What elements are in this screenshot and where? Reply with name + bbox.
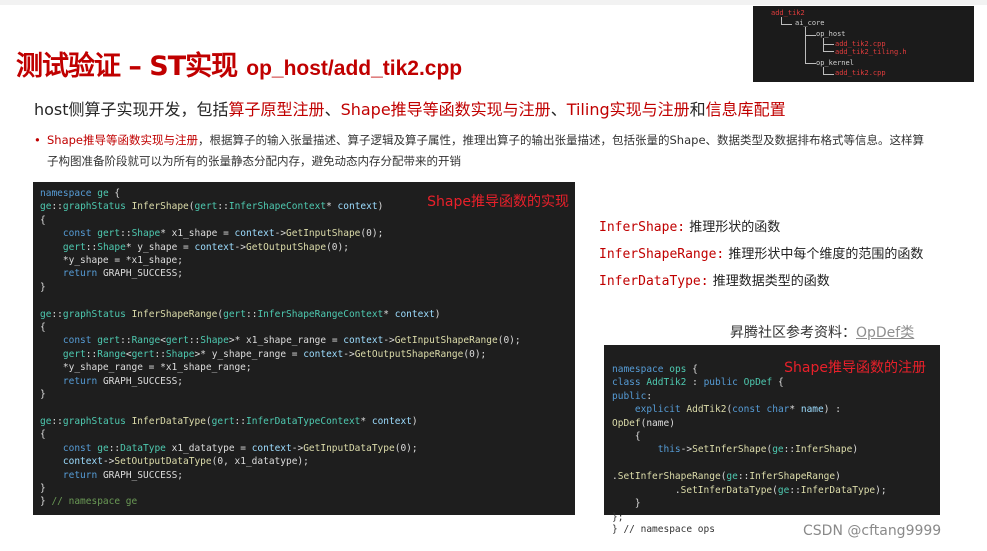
intro-line: host侧算子实现开发，包括算子原型注册、Shape推导等函数实现与注册、Til… — [34, 96, 786, 120]
intro-item-tiling: Tiling实现与注册 — [566, 100, 690, 119]
definition-desc: 推理数据类型的函数 — [712, 274, 830, 289]
tree-root: add_tik2 — [771, 9, 805, 17]
tree-dir-ai-core: ai_core — [795, 19, 825, 27]
code-label-implementation: Shape推导函数的实现 — [427, 194, 569, 210]
bullet-highlight: Shape推导等函数实现与注册 — [47, 133, 199, 147]
tree-connector — [781, 17, 792, 25]
tree-connector — [805, 35, 816, 64]
code-block-registration: namespace ops { class AddTik2 : public O… — [604, 345, 940, 515]
bullet-marker: • — [34, 133, 41, 147]
intro-separator: 、 — [324, 100, 341, 119]
definition-list: InferShape: 推理形状的函数 InferShapeRange: 推理形… — [599, 216, 923, 297]
file-tree-image: add_tik2 ai_core op_host add_tik2.cpp ad… — [753, 6, 974, 82]
code-block-infer-shape: namespace ge { ge::graphStatus InferShap… — [33, 182, 575, 515]
tree-dir-op-host: op_host — [816, 30, 846, 38]
definition-term: InferDataType: — [599, 274, 709, 289]
bullet-point: • Shape推导等函数实现与注册，根据算子的输入张量描述、算子逻辑及算子属性，… — [34, 130, 934, 172]
tree-connector — [823, 44, 834, 52]
intro-item-shape: Shape推导等函数实现与注册 — [340, 100, 551, 119]
watermark: CSDN @cftang9999 — [803, 523, 942, 539]
tree-file-cpp: add_tik2.cpp — [835, 40, 886, 48]
title-file-path: op_host/add_tik2.cpp — [246, 57, 463, 80]
tree-file-kernel-cpp: add_tik2.cpp — [835, 69, 886, 77]
opdef-link[interactable]: OpDef类 — [856, 325, 914, 341]
definition-desc: 推理形状的函数 — [689, 220, 781, 235]
definition-term: InferShapeRange: — [599, 247, 725, 262]
intro-separator: 、 — [550, 100, 567, 119]
tree-dir-op-kernel: op_kernel — [816, 59, 854, 67]
intro-and: 和 — [689, 100, 706, 119]
definition-item: InferShape: 推理形状的函数 — [599, 216, 923, 243]
code-text: namespace ge { ge::graphStatus InferShap… — [40, 188, 521, 508]
definition-desc: 推理形状中每个维度的范围的函数 — [728, 247, 924, 262]
code-tail-text: }; } // namespace ops — [612, 512, 715, 535]
definition-term: InferShape: — [599, 220, 686, 235]
page-title: 测试验证 – ST实现 op_host/add_tik2.cpp — [16, 44, 462, 83]
intro-item-prototype: 算子原型注册 — [228, 100, 325, 119]
reference-line: 昇腾社区参考资料：OpDef类 — [730, 322, 914, 342]
reference-prefix: 昇腾社区参考资料： — [730, 325, 856, 341]
definition-item: InferShapeRange: 推理形状中每个维度的范围的函数 — [599, 243, 923, 270]
top-band — [0, 0, 987, 5]
definition-item: InferDataType: 推理数据类型的函数 — [599, 270, 923, 297]
tree-file-tiling: add_tik2_tiling.h — [835, 48, 907, 56]
code-label-registration: Shape推导函数的注册 — [784, 360, 926, 376]
intro-prefix: host侧算子实现开发，包括 — [34, 100, 229, 119]
intro-item-infolib: 信息库配置 — [705, 100, 786, 119]
title-main: 测试验证 – ST实现 — [16, 51, 238, 82]
tree-connector — [823, 67, 834, 75]
